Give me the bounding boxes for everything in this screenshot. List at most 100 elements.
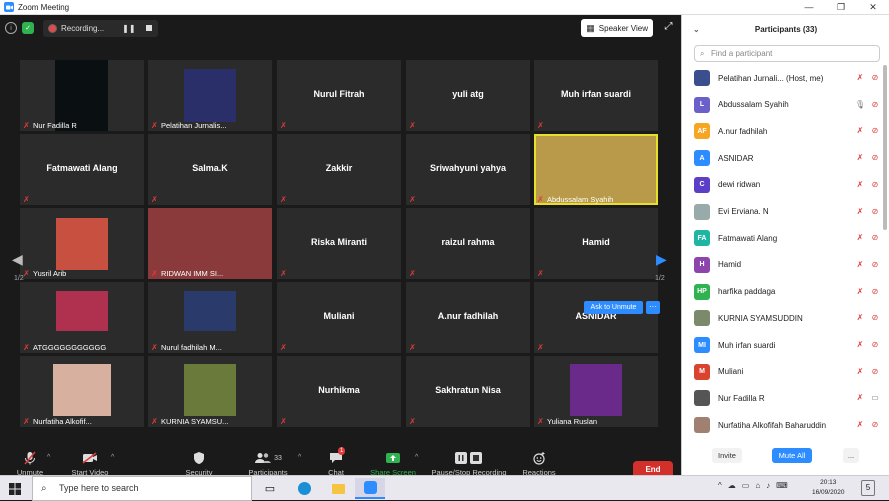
start-video-button[interactable]: Start Video	[66, 448, 114, 477]
video-tile[interactable]: A.nur fadhilah ✗	[406, 282, 530, 353]
minimize-button[interactable]: —	[793, 0, 825, 15]
video-tile[interactable]: Fatmawati Alang ✗	[20, 134, 144, 205]
muted-mic-icon[interactable]: ✗	[855, 153, 865, 163]
audio-options-caret-icon[interactable]: ^	[47, 454, 50, 461]
info-icon[interactable]: i	[5, 22, 17, 34]
participant-row[interactable]: KURNIA SYAMSUDDIN ✗ ⊘	[694, 305, 882, 331]
participant-search-input[interactable]: ⌕ Find a participant	[694, 45, 880, 62]
security-button[interactable]: Security	[180, 448, 218, 477]
video-tile[interactable]: Sriwahyuni yahya ✗	[406, 134, 530, 205]
video-tile[interactable]: raizul rahma ✗	[406, 208, 530, 279]
muted-mic-icon[interactable]: ✗	[855, 260, 865, 270]
notification-center-icon[interactable]: 5	[861, 480, 875, 496]
share-screen-button[interactable]: Share Screen	[368, 448, 418, 477]
video-off-icon[interactable]: ⊘	[870, 260, 880, 270]
prev-page-arrow-icon[interactable]: ◀	[12, 251, 23, 268]
video-tile[interactable]: ✗ Yusril Arib	[20, 208, 144, 279]
video-tile[interactable]: ASNIDAR ✗	[534, 282, 658, 353]
stop-recording-icon[interactable]	[145, 25, 152, 31]
video-off-icon[interactable]: ⊘	[870, 420, 880, 430]
participant-row[interactable]: FA Fatmawati Alang ✗ ⊘	[694, 225, 882, 251]
participant-row[interactable]: L Abdussalam Syahih 🎙 ⊘	[694, 92, 882, 118]
video-tile[interactable]: Zakkir ✗	[277, 134, 401, 205]
tile-more-button[interactable]: ···	[646, 301, 660, 314]
mic-icon[interactable]: 🎙	[855, 100, 865, 110]
muted-mic-icon[interactable]: ✗	[855, 313, 865, 323]
video-off-icon[interactable]: ⊘	[870, 287, 880, 297]
mute-all-button[interactable]: Mute All	[772, 448, 812, 463]
video-tile[interactable]: ✗ Nurfatiha Alkofif...	[20, 356, 144, 427]
participant-row[interactable]: A ASNIDAR ✗ ⊘	[694, 145, 882, 171]
participant-row[interactable]: Nurfatiha Alkofifah Baharuddin ✗ ⊘	[694, 412, 882, 437]
muted-mic-icon[interactable]: ✗	[855, 233, 865, 243]
reactions-button[interactable]: Reactions	[520, 448, 558, 477]
participant-row[interactable]: Pelatihan Jurnali... (Host, me) ✗ ⊘	[694, 65, 882, 91]
muted-mic-icon[interactable]: ✗	[855, 367, 865, 377]
volume-icon[interactable]: ♪	[766, 481, 770, 490]
video-tile[interactable]: Nurhikma ✗	[277, 356, 401, 427]
video-icon[interactable]: ▭	[870, 393, 880, 403]
video-off-icon[interactable]: ⊘	[870, 207, 880, 217]
network-icon[interactable]: ⌂	[755, 481, 760, 490]
muted-mic-icon[interactable]: ✗	[855, 340, 865, 350]
taskbar-search-input[interactable]: ⌕ Type here to search	[32, 476, 252, 501]
video-tile[interactable]: ✗ Nurul fadhilah M...	[148, 282, 272, 353]
zoom-taskbar-icon[interactable]	[355, 478, 385, 499]
taskbar-clock[interactable]: 20:13 16/09/2020	[812, 478, 845, 498]
tray-chevron-icon[interactable]: ^	[718, 481, 722, 490]
muted-mic-icon[interactable]: ✗	[855, 287, 865, 297]
participants-options-caret-icon[interactable]: ^	[298, 454, 301, 461]
video-tile[interactable]: yuli atg ✗	[406, 60, 530, 131]
invite-button[interactable]: Invite	[712, 448, 742, 463]
muted-mic-icon[interactable]: ✗	[855, 207, 865, 217]
next-page-arrow-icon[interactable]: ▶	[656, 251, 667, 268]
close-button[interactable]: ✕	[857, 0, 889, 15]
ask-to-unmute-button[interactable]: Ask to Unmute	[584, 301, 643, 314]
participant-row[interactable]: M Muliani ✗ ⊘	[694, 359, 882, 385]
speaker-view-button[interactable]: ▦ Speaker View	[581, 19, 653, 37]
panel-more-button[interactable]: ...	[843, 448, 859, 463]
keyboard-icon[interactable]: ⌨	[776, 481, 788, 490]
video-off-icon[interactable]: ⊘	[870, 313, 880, 323]
video-tile[interactable]: ✗ ATGGGGGGGGGGG	[20, 282, 144, 353]
maximize-button[interactable]: ❐	[825, 0, 857, 15]
video-off-icon[interactable]: ⊘	[870, 153, 880, 163]
video-tile[interactable]: ✗ RIDWAN IMM SI...	[148, 208, 272, 279]
participant-row[interactable]: AF A.nur fadhilah ✗ ⊘	[694, 118, 882, 144]
muted-mic-icon[interactable]: ✗	[855, 420, 865, 430]
video-tile[interactable]: Sakhratun Nisa ✗	[406, 356, 530, 427]
participant-row[interactable]: Cdewi ridwan ✗ ⊘	[694, 172, 882, 198]
video-tile[interactable]: Hamid ✗	[534, 208, 658, 279]
video-tile[interactable]: Muh irfan suardi ✗	[534, 60, 658, 131]
video-tile[interactable]: Riska Miranti ✗	[277, 208, 401, 279]
video-off-icon[interactable]: ⊘	[870, 100, 880, 110]
video-off-icon[interactable]: ⊘	[870, 367, 880, 377]
share-options-caret-icon[interactable]: ^	[415, 454, 418, 461]
edge-browser-icon[interactable]	[289, 478, 319, 499]
muted-mic-icon[interactable]: ✗	[855, 126, 865, 136]
participant-row[interactable]: MI Muh irfan suardi ✗ ⊘	[694, 332, 882, 358]
unmute-button[interactable]: Unmute	[10, 448, 50, 477]
video-tile[interactable]: Salma.K ✗	[148, 134, 272, 205]
windows-start-icon[interactable]	[0, 476, 30, 501]
participant-row[interactable]: H Hamid ✗ ⊘	[694, 252, 882, 278]
muted-mic-icon[interactable]: ✗	[855, 180, 865, 190]
video-off-icon[interactable]: ⊘	[870, 73, 880, 83]
video-tile[interactable]: ✗ Nur Fadilla R	[20, 60, 144, 131]
video-tile[interactable]: Muliani ✗	[277, 282, 401, 353]
muted-mic-icon[interactable]: ✗	[855, 73, 865, 83]
video-tile[interactable]: ✗ Abdussalam Syahih	[534, 134, 658, 205]
file-explorer-icon[interactable]	[323, 478, 353, 499]
battery-icon[interactable]: ▭	[742, 481, 750, 490]
participants-button[interactable]: 33 Participants	[244, 448, 292, 477]
video-tile[interactable]: Nurul Fitrah ✗	[277, 60, 401, 131]
video-options-caret-icon[interactable]: ^	[111, 454, 114, 461]
participant-row[interactable]: HP harfika paddaga ✗ ⊘	[694, 279, 882, 305]
video-tile[interactable]: ✗ KURNIA SYAMSU...	[148, 356, 272, 427]
cloud-icon[interactable]: ☁	[728, 481, 736, 490]
participant-row[interactable]: Evi Erviana. N ✗ ⊘	[694, 199, 882, 225]
fullscreen-icon[interactable]: ⤢	[662, 21, 675, 34]
task-view-icon[interactable]: ▭	[255, 478, 285, 499]
panel-scrollbar[interactable]	[883, 65, 887, 230]
chat-button[interactable]: 1 Chat	[320, 447, 352, 477]
